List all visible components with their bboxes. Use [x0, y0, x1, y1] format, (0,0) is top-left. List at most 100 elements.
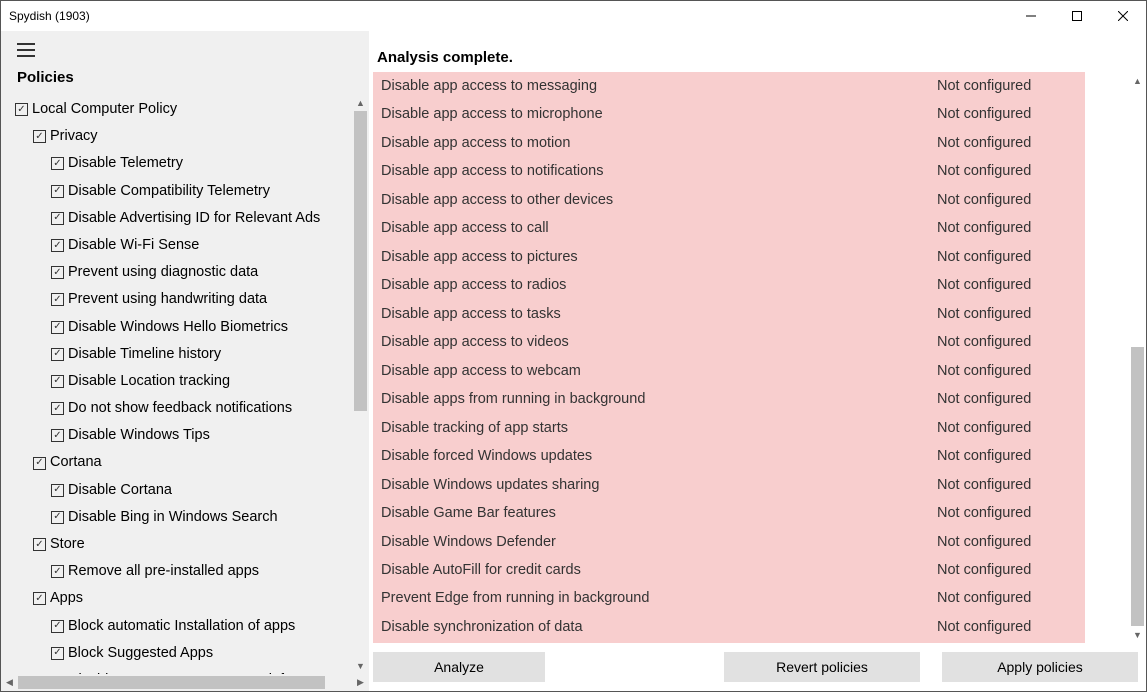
tree-item[interactable]: Disable Wi-Fi Sense [15, 232, 351, 259]
result-row[interactable]: Disable tracking of app startsNot config… [373, 414, 1085, 442]
scroll-up-arrow-icon[interactable]: ▲ [352, 94, 369, 111]
tree-item[interactable]: Cortana [15, 449, 351, 476]
checkbox-icon[interactable] [51, 157, 64, 170]
checkbox-icon[interactable] [51, 239, 64, 252]
results-list[interactable]: Disable app access to messagingNot confi… [373, 72, 1085, 643]
tree-item[interactable]: Disable Telemetry [15, 150, 351, 177]
checkbox-icon[interactable] [51, 620, 64, 633]
result-row[interactable]: Disable app access to callNot configured [373, 214, 1085, 242]
result-row[interactable]: Disable Windows updates sharingNot confi… [373, 471, 1085, 499]
tree-item[interactable]: Block Suggested Apps [15, 640, 351, 667]
tree-item[interactable]: Local Computer Policy [15, 96, 351, 123]
result-row[interactable]: Disable AutoFill for credit cardsNot con… [373, 556, 1085, 584]
tree-vertical-scrollbar[interactable]: ▲ ▼ [352, 94, 369, 674]
result-row[interactable]: Disable app access to radiosNot configur… [373, 271, 1085, 299]
checkbox-icon[interactable] [51, 511, 64, 524]
tree-item[interactable]: Remove all pre-installed apps [15, 558, 351, 585]
tree-item[interactable]: Store [15, 531, 351, 558]
checkbox-icon[interactable] [15, 103, 28, 116]
checkbox-icon[interactable] [51, 647, 64, 660]
analyze-button[interactable]: Analyze [373, 652, 545, 682]
result-name: Disable app access to other devices [381, 189, 937, 211]
result-row[interactable]: Disable app access to messagingNot confi… [373, 72, 1085, 100]
titlebar: Spydish (1903) [1, 1, 1146, 31]
result-row[interactable]: Disable Game Bar featuresNot configured [373, 499, 1085, 527]
checkbox-icon[interactable] [51, 321, 64, 334]
result-name: Disable forced Windows updates [381, 445, 937, 467]
tree-item[interactable]: Disable Timeline history [15, 341, 351, 368]
tree-item-label: Do not show feedback notifications [68, 397, 292, 420]
checkbox-icon[interactable] [51, 565, 64, 578]
checkbox-icon[interactable] [51, 375, 64, 388]
checkbox-icon[interactable] [51, 429, 64, 442]
scroll-up-arrow-icon[interactable]: ▲ [1129, 72, 1146, 89]
tree-item[interactable]: Prevent using handwriting data [15, 286, 351, 313]
checkbox-icon[interactable] [51, 484, 64, 497]
scroll-down-arrow-icon[interactable]: ▼ [352, 657, 369, 674]
scroll-thumb[interactable] [354, 111, 367, 411]
scroll-track[interactable] [1129, 89, 1146, 626]
tree-item[interactable]: Disable Compatibility Telemetry [15, 178, 351, 205]
tree-item[interactable]: Privacy [15, 123, 351, 150]
result-status: Not configured [937, 559, 1077, 581]
result-row[interactable]: Disable apps from running in backgroundN… [373, 385, 1085, 413]
result-row[interactable]: Disable app access to motionNot configur… [373, 129, 1085, 157]
checkbox-icon[interactable] [33, 538, 46, 551]
checkbox-icon[interactable] [51, 402, 64, 415]
result-name: Disable tracking of app starts [381, 417, 937, 439]
results-container: Disable app access to messagingNot confi… [369, 72, 1146, 643]
checkbox-icon[interactable] [51, 212, 64, 225]
policy-tree[interactable]: Local Computer PolicyPrivacyDisable Tele… [1, 94, 351, 674]
close-button[interactable] [1100, 1, 1146, 31]
scroll-thumb[interactable] [18, 676, 325, 689]
scroll-down-arrow-icon[interactable]: ▼ [1129, 626, 1146, 643]
tree-item[interactable]: Apps [15, 585, 351, 612]
checkbox-icon[interactable] [51, 348, 64, 361]
result-row[interactable]: Prevent Edge from running in backgroundN… [373, 584, 1085, 612]
scroll-track[interactable] [352, 111, 369, 657]
tree-item[interactable]: Disable Windows Tips [15, 422, 351, 449]
result-row[interactable]: Disable forced Windows updatesNot config… [373, 442, 1085, 470]
checkbox-icon[interactable] [51, 293, 64, 306]
result-name: Disable AutoFill for credit cards [381, 559, 937, 581]
result-row[interactable]: Disable Windows DefenderNot configured [373, 528, 1085, 556]
tree-item-label: Privacy [50, 125, 98, 148]
tree-item[interactable]: Do not show feedback notifications [15, 395, 351, 422]
sidebar-heading: Policies [1, 63, 369, 94]
result-status: Not configured [937, 388, 1077, 410]
scroll-track[interactable] [18, 674, 352, 691]
result-row[interactable]: Disable synchronization of dataNot confi… [373, 613, 1085, 641]
menu-button[interactable] [1, 31, 369, 63]
analysis-status: Analysis complete. [369, 31, 1146, 72]
maximize-button[interactable] [1054, 1, 1100, 31]
result-row[interactable]: Disable app access to tasksNot configure… [373, 300, 1085, 328]
result-row[interactable]: Disable app access to microphoneNot conf… [373, 100, 1085, 128]
checkbox-icon[interactable] [51, 266, 64, 279]
checkbox-icon[interactable] [33, 457, 46, 470]
scroll-left-arrow-icon[interactable]: ◀ [1, 674, 18, 691]
checkbox-icon[interactable] [51, 185, 64, 198]
result-row[interactable]: Disable app access to picturesNot config… [373, 243, 1085, 271]
tree-item[interactable]: Disable Location tracking [15, 368, 351, 395]
scroll-right-arrow-icon[interactable]: ▶ [352, 674, 369, 691]
tree-horizontal-scrollbar[interactable]: ◀ ▶ [1, 674, 369, 691]
result-name: Disable app access to webcam [381, 360, 937, 382]
tree-item[interactable]: Prevent using diagnostic data [15, 259, 351, 286]
tree-item[interactable]: Disable Bing in Windows Search [15, 504, 351, 531]
tree-item[interactable]: Disable Cortana [15, 477, 351, 504]
tree-item[interactable]: Disable Windows Hello Biometrics [15, 314, 351, 341]
result-row[interactable]: Disable app access to webcamNot configur… [373, 357, 1085, 385]
checkbox-icon[interactable] [33, 130, 46, 143]
checkbox-icon[interactable] [33, 592, 46, 605]
minimize-button[interactable] [1008, 1, 1054, 31]
scroll-thumb[interactable] [1131, 347, 1144, 626]
revert-policies-button[interactable]: Revert policies [724, 652, 920, 682]
tree-item[interactable]: Disable Advertising ID for Relevant Ads [15, 205, 351, 232]
tree-item[interactable]: Block automatic Installation of apps [15, 613, 351, 640]
result-row[interactable]: Disable app access to other devicesNot c… [373, 186, 1085, 214]
result-row[interactable]: Disable app access to videosNot configur… [373, 328, 1085, 356]
tree-item[interactable]: Disable app access to account info [15, 667, 351, 674]
apply-policies-button[interactable]: Apply policies [942, 652, 1138, 682]
results-vertical-scrollbar[interactable]: ▲ ▼ [1129, 72, 1146, 643]
result-row[interactable]: Disable app access to notificationsNot c… [373, 157, 1085, 185]
